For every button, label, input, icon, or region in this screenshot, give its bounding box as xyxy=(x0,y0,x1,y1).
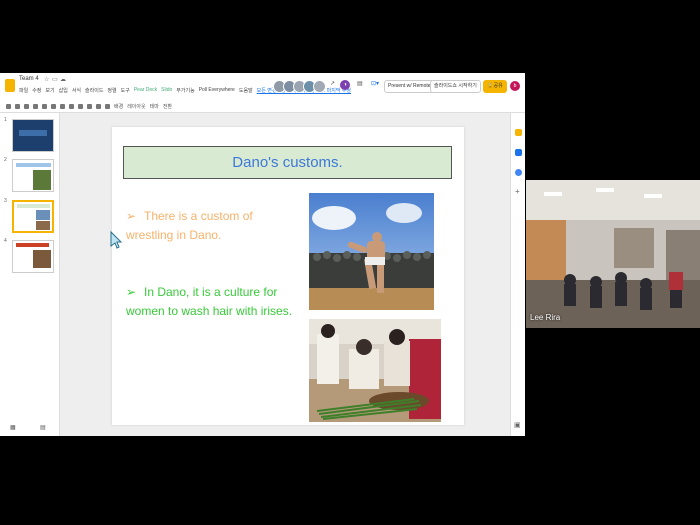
bullet-arrow-icon: ➢ xyxy=(126,285,137,299)
slide-thumbnail-1[interactable] xyxy=(12,119,54,152)
list-view-icon[interactable]: ▤ xyxy=(40,424,46,431)
present-remote-button[interactable]: Present w/ Remote xyxy=(384,80,435,93)
menu-help[interactable]: 도움말 xyxy=(239,87,253,94)
meet-icon[interactable]: ⊡▾ xyxy=(371,80,379,87)
slide[interactable]: Dano's customs. ➢ There is a custom of wr… xyxy=(112,127,464,425)
avatar[interactable] xyxy=(313,80,326,93)
menu-addons[interactable]: 부가기능 xyxy=(176,87,194,94)
comment-add-icon[interactable] xyxy=(105,104,110,109)
thumb-number: 3 xyxy=(4,198,7,204)
paint-format-icon[interactable] xyxy=(42,104,47,109)
star-icon[interactable]: ☆ xyxy=(44,76,49,83)
cursor-icon xyxy=(110,230,123,249)
bullet-arrow-icon: ➢ xyxy=(126,209,137,223)
wrestling-photo[interactable] xyxy=(309,193,434,310)
trend-icon[interactable]: ↗ xyxy=(330,80,335,87)
bullet-item[interactable]: ➢ There is a custom of wrestling in Dano. xyxy=(126,207,296,245)
line-icon[interactable] xyxy=(96,104,101,109)
redo-icon[interactable] xyxy=(24,104,29,109)
menu-format[interactable]: 서식 xyxy=(72,87,81,94)
bullet-item[interactable]: ➢ In Dano, it is a culture for women to w… xyxy=(126,283,296,321)
slide-title[interactable]: Dano's customs. xyxy=(123,146,452,179)
select-icon[interactable] xyxy=(60,104,65,109)
menu-tools[interactable]: 도구 xyxy=(121,87,130,94)
slide-thumbnail-2[interactable] xyxy=(12,159,54,192)
menu-file[interactable]: 파일 xyxy=(19,87,28,94)
tasks-icon[interactable] xyxy=(515,149,522,156)
contacts-icon[interactable] xyxy=(515,169,522,176)
document-title[interactable]: Team 4 xyxy=(19,76,39,82)
slide-filmstrip: 1 2 3 4 ▦ ▤ xyxy=(0,113,60,436)
slide-thumbnail-4[interactable] xyxy=(12,240,54,273)
bullet-text: There is a custom of wrestling in Dano. xyxy=(126,209,253,242)
slides-logo-icon[interactable] xyxy=(5,79,15,92)
add-icon[interactable] xyxy=(6,104,11,109)
edit-toolbar: 배경 레이아웃 테마 전환 xyxy=(0,101,525,113)
pear-deck-icon[interactable]: ◑ xyxy=(340,80,350,90)
collaborator-avatars xyxy=(273,80,326,93)
print-icon[interactable] xyxy=(33,104,38,109)
slideshow-button[interactable]: 슬라이드쇼 시작하기 xyxy=(430,80,481,93)
keep-icon[interactable] xyxy=(515,129,522,136)
menu-slide[interactable]: 슬라이드 xyxy=(85,87,103,94)
toolbar-background[interactable]: 배경 xyxy=(114,103,123,110)
expand-panel-icon[interactable]: ▣ xyxy=(514,421,521,429)
menu-edit[interactable]: 수정 xyxy=(32,87,41,94)
cloud-icon: ☁ xyxy=(60,77,66,83)
thumb-number: 1 xyxy=(4,117,7,123)
title-bar: Team 4 ☆ ▭ ☁ 파일 수정 보기 삽입 서식 슬라이드 정렬 도구 P… xyxy=(0,73,525,101)
folder-icon[interactable]: ▭ xyxy=(52,76,58,83)
share-label: 공유 xyxy=(493,83,503,89)
toolbar-theme[interactable]: 테마 xyxy=(150,103,159,110)
hair-washing-photo[interactable] xyxy=(309,319,441,422)
thumb-number: 4 xyxy=(4,238,7,244)
comment-icon[interactable]: ▤ xyxy=(357,80,363,87)
image-icon[interactable] xyxy=(78,104,83,109)
textbox-icon[interactable] xyxy=(69,104,74,109)
undo-icon[interactable] xyxy=(15,104,20,109)
slide-thumbnail-3[interactable] xyxy=(12,200,54,233)
menu-view[interactable]: 보기 xyxy=(45,87,54,94)
shape-icon[interactable] xyxy=(87,104,92,109)
side-panel: + ▣ xyxy=(510,113,525,436)
menu-insert[interactable]: 삽입 xyxy=(59,87,68,94)
share-button[interactable]: 🔒공유 xyxy=(483,80,507,93)
participant-video[interactable]: Lee Rira xyxy=(526,180,700,328)
thumb-number: 2 xyxy=(4,157,7,163)
toolbar-transition[interactable]: 전환 xyxy=(163,103,172,110)
participant-name: Lee Rira xyxy=(530,313,561,322)
zoom-icon[interactable] xyxy=(51,104,56,109)
menu-slido[interactable]: Slido xyxy=(161,87,172,94)
profile-avatar[interactable]: b xyxy=(510,81,520,91)
menu-arrange[interactable]: 정렬 xyxy=(107,87,116,94)
menu-pear-deck[interactable]: Pear Deck xyxy=(134,87,157,94)
bullet-text: In Dano, it is a culture for women to wa… xyxy=(126,285,293,318)
meeting-screen: Team 4 ☆ ▭ ☁ 파일 수정 보기 삽입 서식 슬라이드 정렬 도구 P… xyxy=(0,0,700,525)
grid-view-icon[interactable]: ▦ xyxy=(10,424,16,431)
add-addon-icon[interactable]: + xyxy=(515,187,520,196)
menu-poll-everywhere[interactable]: Poll Everywhere xyxy=(199,87,235,94)
toolbar-layout[interactable]: 레이아웃 xyxy=(127,103,145,110)
